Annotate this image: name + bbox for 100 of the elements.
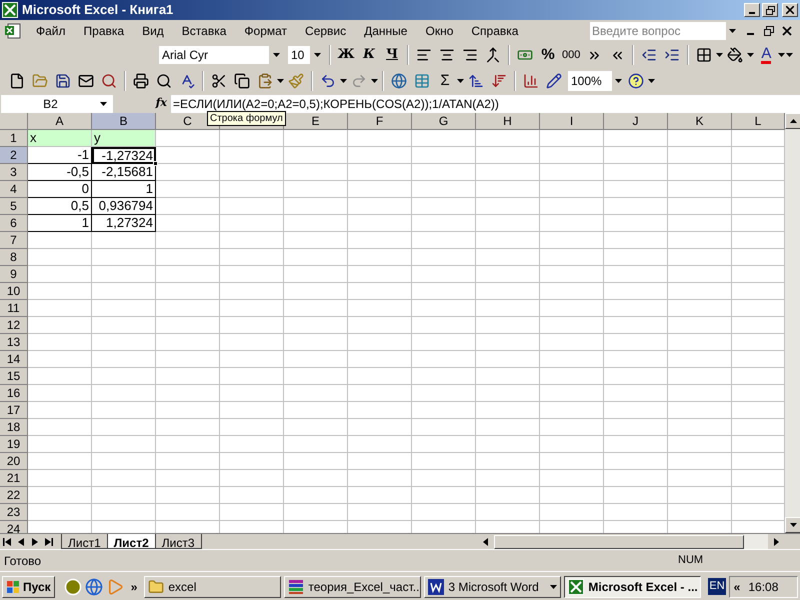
row-header[interactable]: 1 [0, 130, 28, 147]
caret-icon[interactable] [277, 79, 284, 83]
empty-cell[interactable] [284, 334, 348, 351]
empty-cell[interactable] [92, 504, 156, 521]
empty-cell[interactable] [156, 300, 220, 317]
empty-cell[interactable] [604, 232, 668, 249]
row-header[interactable]: 15 [0, 368, 28, 385]
empty-cell[interactable] [412, 487, 476, 504]
empty-cell[interactable] [540, 334, 604, 351]
empty-cell[interactable] [156, 419, 220, 436]
empty-cell[interactable] [348, 232, 412, 249]
empty-cell[interactable] [476, 368, 540, 385]
empty-cell[interactable] [348, 402, 412, 419]
empty-cell[interactable] [92, 419, 156, 436]
empty-cell[interactable] [412, 249, 476, 266]
empty-cell[interactable] [668, 436, 732, 453]
first-sheet-icon[interactable] [0, 536, 14, 546]
row-header[interactable]: 18 [0, 419, 28, 436]
empty-cell[interactable] [284, 147, 348, 164]
empty-cell[interactable] [348, 215, 412, 232]
menu-item[interactable]: Формат [236, 22, 296, 40]
column-header[interactable]: E [284, 113, 348, 130]
empty-cell[interactable] [604, 181, 668, 198]
empty-cell[interactable] [412, 300, 476, 317]
dropdown-caret-icon[interactable] [100, 102, 107, 106]
empty-cell[interactable] [348, 164, 412, 181]
empty-cell[interactable] [476, 385, 540, 402]
row-header[interactable]: 5 [0, 198, 28, 215]
empty-cell[interactable] [604, 164, 668, 181]
empty-cell[interactable] [156, 487, 220, 504]
row-header[interactable]: 14 [0, 351, 28, 368]
column-header[interactable]: H [476, 113, 540, 130]
empty-cell[interactable] [604, 487, 668, 504]
empty-cell[interactable] [604, 351, 668, 368]
empty-cell[interactable] [220, 419, 284, 436]
empty-cell[interactable] [284, 419, 348, 436]
empty-cell[interactable] [476, 181, 540, 198]
empty-cell[interactable] [540, 266, 604, 283]
row-header[interactable]: 12 [0, 317, 28, 334]
empty-cell[interactable] [348, 385, 412, 402]
empty-cell[interactable] [284, 164, 348, 181]
empty-cell[interactable] [476, 487, 540, 504]
table-cell[interactable]: 0,5 [28, 198, 92, 215]
empty-cell[interactable] [476, 300, 540, 317]
empty-cell[interactable] [284, 181, 348, 198]
empty-cell[interactable] [220, 147, 284, 164]
empty-cell[interactable] [476, 215, 540, 232]
empty-cell[interactable] [668, 181, 732, 198]
row-header[interactable]: 6 [0, 215, 28, 232]
empty-cell[interactable] [540, 300, 604, 317]
task-button[interactable]: теория_Excel_част... [284, 576, 422, 598]
column-header[interactable]: G [412, 113, 476, 130]
empty-cell[interactable] [92, 249, 156, 266]
empty-cell[interactable] [284, 215, 348, 232]
row-header[interactable]: 19 [0, 436, 28, 453]
empty-cell[interactable] [476, 198, 540, 215]
empty-cell[interactable] [348, 147, 412, 164]
empty-cell[interactable] [92, 487, 156, 504]
empty-cell[interactable] [92, 283, 156, 300]
caret-icon[interactable] [716, 53, 724, 57]
table-cell[interactable]: 0,936794 [92, 198, 156, 215]
empty-cell[interactable] [668, 385, 732, 402]
empty-cell[interactable] [668, 504, 732, 521]
empty-cell[interactable] [284, 385, 348, 402]
percent-button[interactable]: % [537, 44, 559, 66]
empty-cell[interactable] [348, 470, 412, 487]
empty-cell[interactable] [604, 198, 668, 215]
toolbar-options-icon[interactable] [648, 79, 655, 83]
empty-cell[interactable] [220, 504, 284, 521]
empty-cell[interactable] [476, 436, 540, 453]
empty-cell[interactable] [540, 402, 604, 419]
empty-cell[interactable] [284, 368, 348, 385]
empty-cell[interactable] [348, 351, 412, 368]
empty-cell[interactable] [668, 334, 732, 351]
empty-cell[interactable] [348, 130, 412, 147]
empty-cell[interactable] [604, 130, 668, 147]
dropdown-caret-icon[interactable] [272, 53, 280, 57]
empty-cell[interactable] [668, 283, 732, 300]
empty-cell[interactable] [668, 300, 732, 317]
empty-cell[interactable] [348, 504, 412, 521]
italic-button[interactable]: К [358, 44, 380, 66]
empty-cell[interactable] [668, 266, 732, 283]
empty-cell[interactable] [348, 181, 412, 198]
sheet-tab[interactable]: Лист3 [154, 534, 202, 549]
globe-icon[interactable] [84, 578, 103, 596]
empty-cell[interactable] [604, 402, 668, 419]
column-header[interactable]: F [348, 113, 412, 130]
column-header[interactable]: K [668, 113, 732, 130]
empty-cell[interactable] [284, 436, 348, 453]
row-header[interactable]: 7 [0, 232, 28, 249]
empty-cell[interactable] [604, 453, 668, 470]
empty-cell[interactable] [156, 283, 220, 300]
empty-cell[interactable] [540, 198, 604, 215]
restore-icon[interactable] [764, 26, 774, 36]
corner-cell[interactable] [0, 113, 28, 130]
empty-cell[interactable] [156, 504, 220, 521]
empty-cell[interactable] [540, 181, 604, 198]
empty-cell[interactable] [540, 368, 604, 385]
empty-cell[interactable] [284, 266, 348, 283]
fill-handle[interactable] [153, 161, 158, 166]
